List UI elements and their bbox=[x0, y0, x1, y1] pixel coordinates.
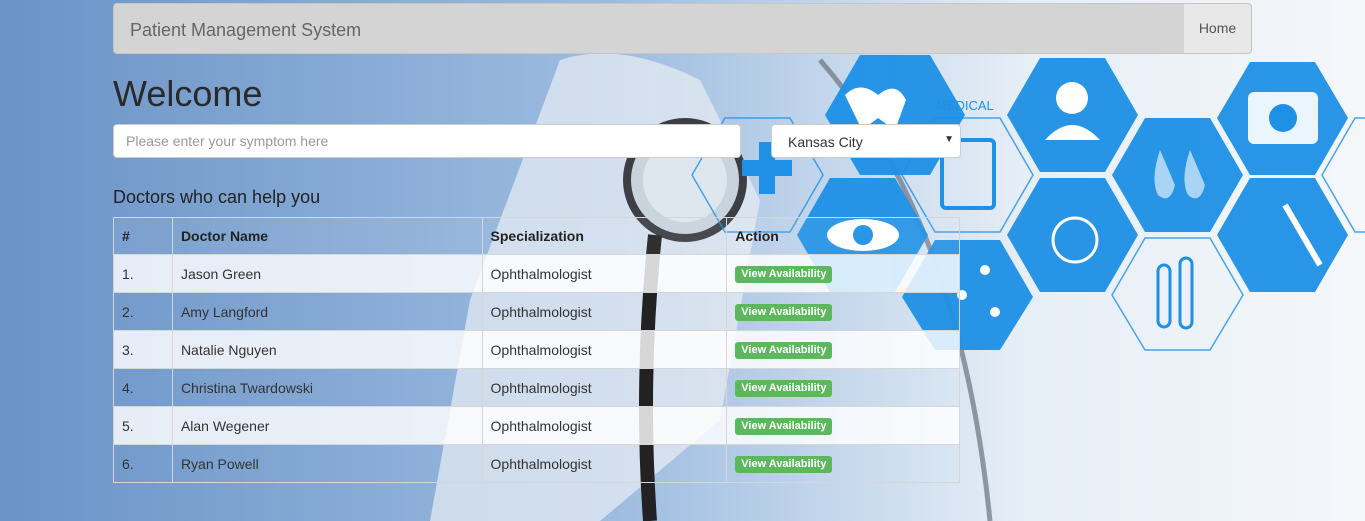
action-cell: View Availability bbox=[726, 406, 960, 445]
table-row: 3. Natalie Nguyen Ophthalmologist View A… bbox=[113, 330, 960, 369]
action-cell: View Availability bbox=[726, 368, 960, 407]
specialization: Ophthalmologist bbox=[481, 368, 728, 407]
column-header-number: # bbox=[113, 217, 173, 255]
nav-home-link[interactable]: Home bbox=[1184, 4, 1251, 53]
brand-title[interactable]: Patient Management System bbox=[130, 20, 361, 41]
doctor-name: Amy Langford bbox=[171, 292, 483, 331]
view-availability-button[interactable]: View Availability bbox=[735, 304, 833, 321]
specialization: Ophthalmologist bbox=[481, 254, 728, 293]
action-cell: View Availability bbox=[726, 444, 960, 483]
table-row: 1. Jason Green Ophthalmologist View Avai… bbox=[113, 254, 960, 293]
specialization: Ophthalmologist bbox=[481, 406, 728, 445]
doctor-name: Natalie Nguyen bbox=[171, 330, 483, 369]
caret-down-icon: ▼ bbox=[944, 134, 954, 145]
view-availability-button[interactable]: View Availability bbox=[735, 342, 833, 359]
city-select-value: Kansas City bbox=[788, 134, 863, 150]
row-number: 3. bbox=[113, 330, 173, 369]
row-number: 5. bbox=[113, 406, 173, 445]
action-cell: View Availability bbox=[726, 254, 960, 293]
doctor-name: Ryan Powell bbox=[171, 444, 483, 483]
medical-hex-label: MEDICAL bbox=[936, 98, 994, 113]
table-row: 5. Alan Wegener Ophthalmologist View Ava… bbox=[113, 406, 960, 445]
specialization: Ophthalmologist bbox=[481, 444, 728, 483]
city-select[interactable]: Kansas City ▼ bbox=[771, 124, 961, 158]
doctor-name: Christina Twardowski bbox=[171, 368, 483, 407]
table-header-row: # Doctor Name Specialization Action bbox=[113, 217, 960, 255]
table-row: 6. Ryan Powell Ophthalmologist View Avai… bbox=[113, 444, 960, 483]
row-number: 1. bbox=[113, 254, 173, 293]
specialization: Ophthalmologist bbox=[481, 292, 728, 331]
section-title: Doctors who can help you bbox=[113, 187, 321, 207]
row-number: 2. bbox=[113, 292, 173, 331]
page-title: Welcome bbox=[113, 73, 263, 114]
row-number: 4. bbox=[113, 368, 173, 407]
column-header-specialization: Specialization bbox=[481, 217, 728, 255]
specialization: Ophthalmologist bbox=[481, 330, 728, 369]
action-cell: View Availability bbox=[726, 292, 960, 331]
view-availability-button[interactable]: View Availability bbox=[735, 456, 833, 473]
view-availability-button[interactable]: View Availability bbox=[735, 418, 833, 435]
doctor-name: Jason Green bbox=[171, 254, 483, 293]
view-availability-button[interactable]: View Availability bbox=[735, 266, 833, 283]
doctor-name: Alan Wegener bbox=[171, 406, 483, 445]
view-availability-button[interactable]: View Availability bbox=[735, 380, 833, 397]
action-cell: View Availability bbox=[726, 330, 960, 369]
navbar: Patient Management System Home bbox=[113, 3, 1252, 54]
symptom-search-input[interactable] bbox=[113, 124, 741, 158]
table-row: 4. Christina Twardowski Ophthalmologist … bbox=[113, 368, 960, 407]
column-header-action: Action bbox=[726, 217, 960, 255]
column-header-doctor-name: Doctor Name bbox=[171, 217, 483, 255]
doctors-table: # Doctor Name Specialization Action 1. J… bbox=[113, 217, 960, 483]
table-row: 2. Amy Langford Ophthalmologist View Ava… bbox=[113, 292, 960, 331]
row-number: 6. bbox=[113, 444, 173, 483]
